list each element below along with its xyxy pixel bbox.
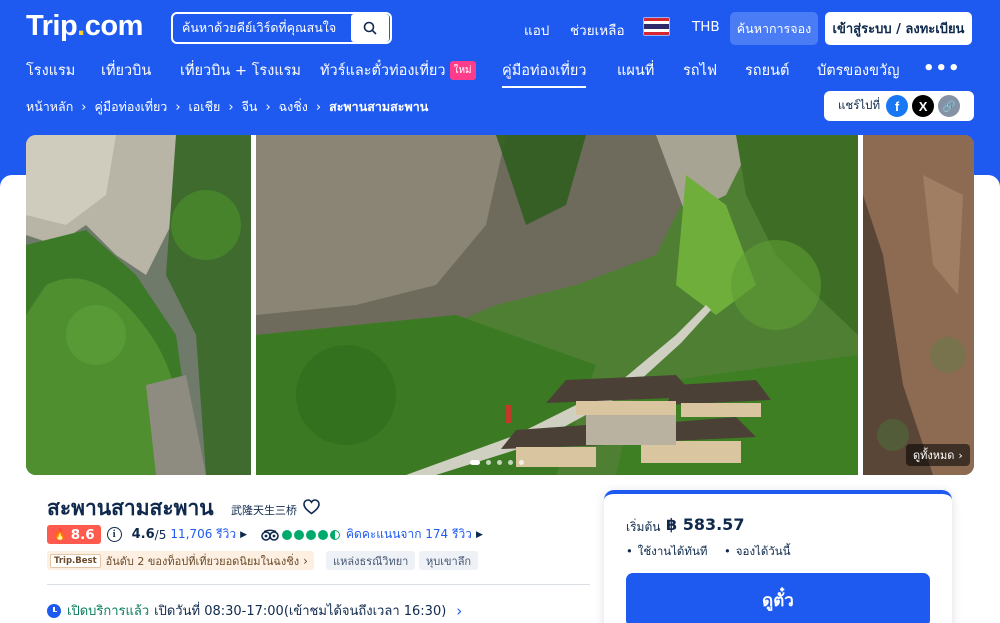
thai-flag-icon[interactable] [643,17,670,36]
search-box[interactable]: ค้นหาด้วยคีย์เวิร์ดที่คุณสนใจ [171,12,392,44]
review-scale: /5 [154,527,167,542]
nav-gift-cards[interactable]: บัตรของขวัญ [817,59,900,82]
fire-icon: 🔥 [53,528,67,541]
chevron-right-icon: › [81,99,87,115]
gallery-pagination [470,460,524,465]
caret-right-icon: ▶ [240,529,247,540]
rating-bubbles [282,529,340,540]
rating-row: 🔥 8.6 i 4.6 /5 11,706 รีวิว ▶ คิดคะแนนจาก… [47,525,483,544]
nav-cars[interactable]: รถยนต์ [745,59,789,82]
tripadvisor-rating[interactable]: คิดคะแนนจาก 174 รีวิว ▶ [261,525,483,544]
review-count-link[interactable]: 11,706 รีวิว [170,525,236,544]
find-booking-button[interactable]: ค้นหาการจอง [730,12,818,45]
gallery-photo-3[interactable] [863,135,974,475]
attraction-native-name: 武隆天生三桥 [231,504,297,517]
feature-book-today: จองได้วันนี้ [724,543,791,561]
nav-maps[interactable]: แผนที่ [617,59,654,82]
chevron-right-icon: › [958,448,963,462]
trip-best-logo: Trip.Best [50,553,101,568]
price-card: เริ่มต้น ฿ 583.57 ใช้งานได้ทันที จองได้ว… [604,490,952,623]
currency-selector[interactable]: THB [692,19,720,35]
chevron-right-icon: › [456,601,463,620]
tag-chip-geology[interactable]: แหล่งธรณีวิทยา [326,551,416,570]
search-input[interactable]: ค้นหาด้วยคีย์เวิร์ดที่คุณสนใจ [173,18,351,38]
trip-score-badge: 🔥 8.6 [47,525,101,544]
clock-icon [47,603,61,618]
more-menu-icon[interactable]: ••• [923,58,961,79]
app-link[interactable]: แอป [524,19,549,41]
price-value: ฿ 583.57 [666,515,745,534]
breadcrumb-home[interactable]: หน้าหลัก [26,97,73,117]
share-label: แชร์ไปที่ [838,98,881,112]
chevron-right-icon: › [303,553,308,568]
gallery-dot[interactable] [486,460,491,465]
breadcrumb-travel-guide[interactable]: คู่มือท่องเที่ยว [94,97,167,117]
gallery-photo-1[interactable] [26,135,251,475]
nav-trains[interactable]: รถไฟ [683,59,717,82]
nav-hotels[interactable]: โรงแรม [26,59,75,82]
tripadvisor-review-count[interactable]: คิดคะแนนจาก 174 รีวิว [346,525,472,544]
caret-right-icon: ▶ [475,529,483,540]
review-score: 4.6 [131,527,155,542]
search-icon [363,21,377,35]
gallery-dot[interactable] [470,460,480,465]
search-button[interactable] [351,14,389,42]
facebook-icon[interactable]: f [886,95,909,117]
divider [47,584,590,585]
gallery-dot[interactable] [519,460,524,465]
open-status: เปิดบริการแล้ว [67,604,150,619]
price-from-label: เริ่มต้น [626,520,661,534]
opening-hours-text: เปิดวันที่ 08:30-17:00(เข้าชมได้จนถึงเวล… [154,604,447,619]
help-link[interactable]: ช่วยเหลือ [570,19,625,41]
view-all-photos-button[interactable]: ดูทั้งหมด › [906,444,970,466]
x-twitter-icon[interactable]: X [912,95,935,117]
breadcrumb-chongqing[interactable]: ฉงชิ่ง [279,97,308,117]
chevron-right-icon: › [228,99,234,115]
trip-logo[interactable]: Trip.com [26,10,143,43]
nav-flights[interactable]: เที่ยวบิน [101,59,151,82]
category-nav: โรงแรม เที่ยวบิน เที่ยวบิน + โรงแรม ทัวร… [0,56,1000,88]
photo-gallery: ดูทั้งหมด › [26,135,974,475]
gallery-photo-2-main[interactable] [256,135,858,475]
attraction-title: สะพานสามสะพาน [47,496,214,520]
gallery-dot[interactable] [508,460,513,465]
feature-instant-use: ใช้งานได้ทันที [626,543,708,561]
share-panel: แชร์ไปที่ f X 🔗 [824,91,974,121]
breadcrumb-current: สะพานสามสะพาน [329,99,429,114]
link-icon[interactable]: 🔗 [938,95,961,117]
favorite-heart-icon[interactable] [303,499,320,515]
tag-chip-canyon[interactable]: หุบเขาลึก [419,551,479,570]
login-register-button[interactable]: เข้าสู่ระบบ / ลงทะเบียน [825,12,972,45]
breadcrumb-china[interactable]: จีน [242,97,258,117]
breadcrumb: หน้าหลัก › คู่มือท่องเที่ยว › เอเชีย › จีน ›… [26,97,428,117]
nav-tours-tickets[interactable]: ทัวร์และตั๋วท่องเที่ยว ใหม่ [320,59,476,82]
top-bar: Trip.com ค้นหาด้วยคีย์เวิร์ดที่คุณสนใจ แ… [0,0,1000,56]
ranking-text: อันดับ 2 ของท็อปที่เที่ยวยอดนิยมในฉงชิ่ง [105,554,300,568]
gallery-dot[interactable] [497,460,502,465]
info-icon[interactable]: i [106,527,122,542]
opening-hours[interactable]: เปิดบริการแล้ว เปิดวันที่ 08:30-17:00(เข… [47,600,462,621]
chevron-right-icon: › [265,99,271,115]
view-tickets-button[interactable]: ดูตั๋ว [626,573,930,623]
new-badge: ใหม่ [449,61,476,80]
nav-flight-hotel[interactable]: เที่ยวบิน + โรงแรม [180,59,301,82]
breadcrumb-asia[interactable]: เอเชีย [189,97,221,117]
nav-travel-guide[interactable]: คู่มือท่องเที่ยว [502,59,587,88]
chevron-right-icon: › [175,99,181,115]
ranking-tag[interactable]: Trip.Best อันดับ 2 ของท็อปที่เที่ยวยอดนิ… [47,551,314,570]
tripadvisor-owl-icon [261,529,279,541]
chevron-right-icon: › [315,99,322,115]
